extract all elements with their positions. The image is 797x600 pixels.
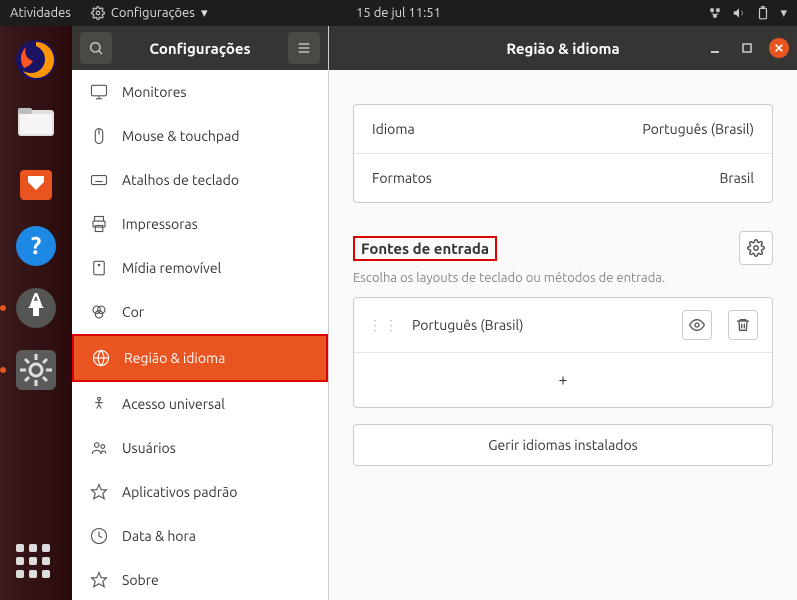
sidebar-item-color[interactable]: Cor <box>72 290 328 334</box>
sidebar-item-label: Região & idioma <box>124 350 225 366</box>
activities-button[interactable]: Atividades <box>10 6 71 20</box>
remove-input-source-button[interactable] <box>728 310 758 340</box>
mouse-icon <box>90 127 108 145</box>
language-row[interactable]: Idioma Português (Brasil) <box>354 105 772 153</box>
disk-icon <box>90 259 108 277</box>
page-title: Região & idioma <box>506 40 619 57</box>
settings-sidebar: Configurações Monitores Mouse & touchpad A… <box>72 26 329 600</box>
close-button[interactable] <box>769 38 789 58</box>
dock-software[interactable] <box>12 160 60 208</box>
minimize-button[interactable] <box>705 38 725 58</box>
printer-icon <box>90 215 108 233</box>
content-header: Região & idioma <box>329 26 797 70</box>
users-icon <box>90 439 108 457</box>
sidebar-item-globe[interactable]: Região & idioma <box>74 336 326 380</box>
sidebar-title: Configurações <box>120 40 280 57</box>
app-menu[interactable]: Configurações ▾ <box>91 6 208 21</box>
sidebar-header: Configurações <box>72 26 328 70</box>
sidebar-item-label: Usuários <box>122 440 176 456</box>
info-icon <box>90 571 108 589</box>
sidebar-item-star[interactable]: Aplicativos padrão <box>72 470 328 514</box>
sidebar-item-label: Impressoras <box>122 216 198 232</box>
chevron-down-icon: ▾ <box>201 6 208 21</box>
battery-icon[interactable] <box>756 6 770 20</box>
plus-icon: + <box>558 371 567 389</box>
access-icon <box>90 395 108 413</box>
keyboard-icon <box>90 171 108 189</box>
search-button[interactable] <box>80 32 112 64</box>
content-pane: Região & idioma Idioma Português (Brasil… <box>329 26 797 600</box>
hamburger-button[interactable] <box>288 32 320 64</box>
sidebar-item-printer[interactable]: Impressoras <box>72 202 328 246</box>
apps-grid-icon <box>16 544 56 584</box>
sidebar-item-label: Atalhos de teclado <box>122 172 239 188</box>
sidebar-item-label: Mídia removível <box>122 260 221 276</box>
star-icon <box>90 483 108 501</box>
sidebar-item-label: Sobre <box>122 572 159 588</box>
globe-icon <box>92 349 110 367</box>
network-icon[interactable] <box>708 6 722 20</box>
dock-help[interactable]: ? <box>12 222 60 270</box>
sidebar-item-label: Data & hora <box>122 528 196 544</box>
dock: ? A <box>0 26 72 600</box>
drag-handle-icon[interactable]: ⋮⋮ <box>368 317 400 334</box>
formats-value: Brasil <box>719 170 754 186</box>
language-value: Português (Brasil) <box>642 121 754 137</box>
volume-icon[interactable] <box>732 6 746 20</box>
sidebar-item-label: Monitores <box>122 84 187 100</box>
input-sources-settings-button[interactable] <box>739 231 773 265</box>
sidebar-item-disk[interactable]: Mídia removível <box>72 246 328 290</box>
maximize-button[interactable] <box>737 38 757 58</box>
language-card: Idioma Português (Brasil) Formatos Brasi… <box>353 104 773 203</box>
add-input-source-button[interactable]: + <box>354 352 772 407</box>
input-source-row: ⋮⋮ Português (Brasil) <box>354 298 772 352</box>
svg-text:?: ? <box>31 232 42 259</box>
svg-text:A: A <box>30 290 43 310</box>
formats-label: Formatos <box>372 170 432 186</box>
dock-files[interactable] <box>12 98 60 146</box>
dock-updater[interactable]: A <box>12 284 60 332</box>
sidebar-item-label: Cor <box>122 304 144 320</box>
sidebar-item-mouse[interactable]: Mouse & touchpad <box>72 114 328 158</box>
gear-icon <box>91 6 105 20</box>
dock-apps[interactable] <box>12 540 60 588</box>
sidebar-item-label: Aplicativos padrão <box>122 484 237 500</box>
sidebar-item-label: Acesso universal <box>122 396 225 412</box>
clock-icon <box>90 527 108 545</box>
sidebar-item-clock[interactable]: Data & hora <box>72 514 328 558</box>
formats-row[interactable]: Formatos Brasil <box>354 153 772 202</box>
input-sources-list: ⋮⋮ Português (Brasil) + <box>353 297 773 408</box>
input-sources-subtitle: Escolha os layouts de teclado ou métodos… <box>353 271 773 285</box>
sidebar-item-monitor[interactable]: Monitores <box>72 70 328 114</box>
input-sources-title: Fontes de entrada <box>353 236 497 261</box>
clock[interactable]: 15 de jul 11:51 <box>356 6 441 20</box>
sidebar-item-info[interactable]: Sobre <box>72 558 328 600</box>
preview-layout-button[interactable] <box>682 310 712 340</box>
dock-firefox[interactable] <box>12 36 60 84</box>
chevron-down-icon[interactable]: ▾ <box>780 6 787 21</box>
input-source-name: Português (Brasil) <box>412 317 666 333</box>
monitor-icon <box>90 83 108 101</box>
sidebar-item-access[interactable]: Acesso universal <box>72 382 328 426</box>
language-label: Idioma <box>372 121 415 137</box>
sidebar-item-keyboard[interactable]: Atalhos de teclado <box>72 158 328 202</box>
manage-languages-button[interactable]: Gerir idiomas instalados <box>353 424 773 466</box>
sidebar-item-users[interactable]: Usuários <box>72 426 328 470</box>
sidebar-item-label: Mouse & touchpad <box>122 128 239 144</box>
color-icon <box>90 303 108 321</box>
dock-settings[interactable] <box>12 346 60 394</box>
top-bar: Atividades Configurações ▾ 15 de jul 11:… <box>0 0 797 26</box>
